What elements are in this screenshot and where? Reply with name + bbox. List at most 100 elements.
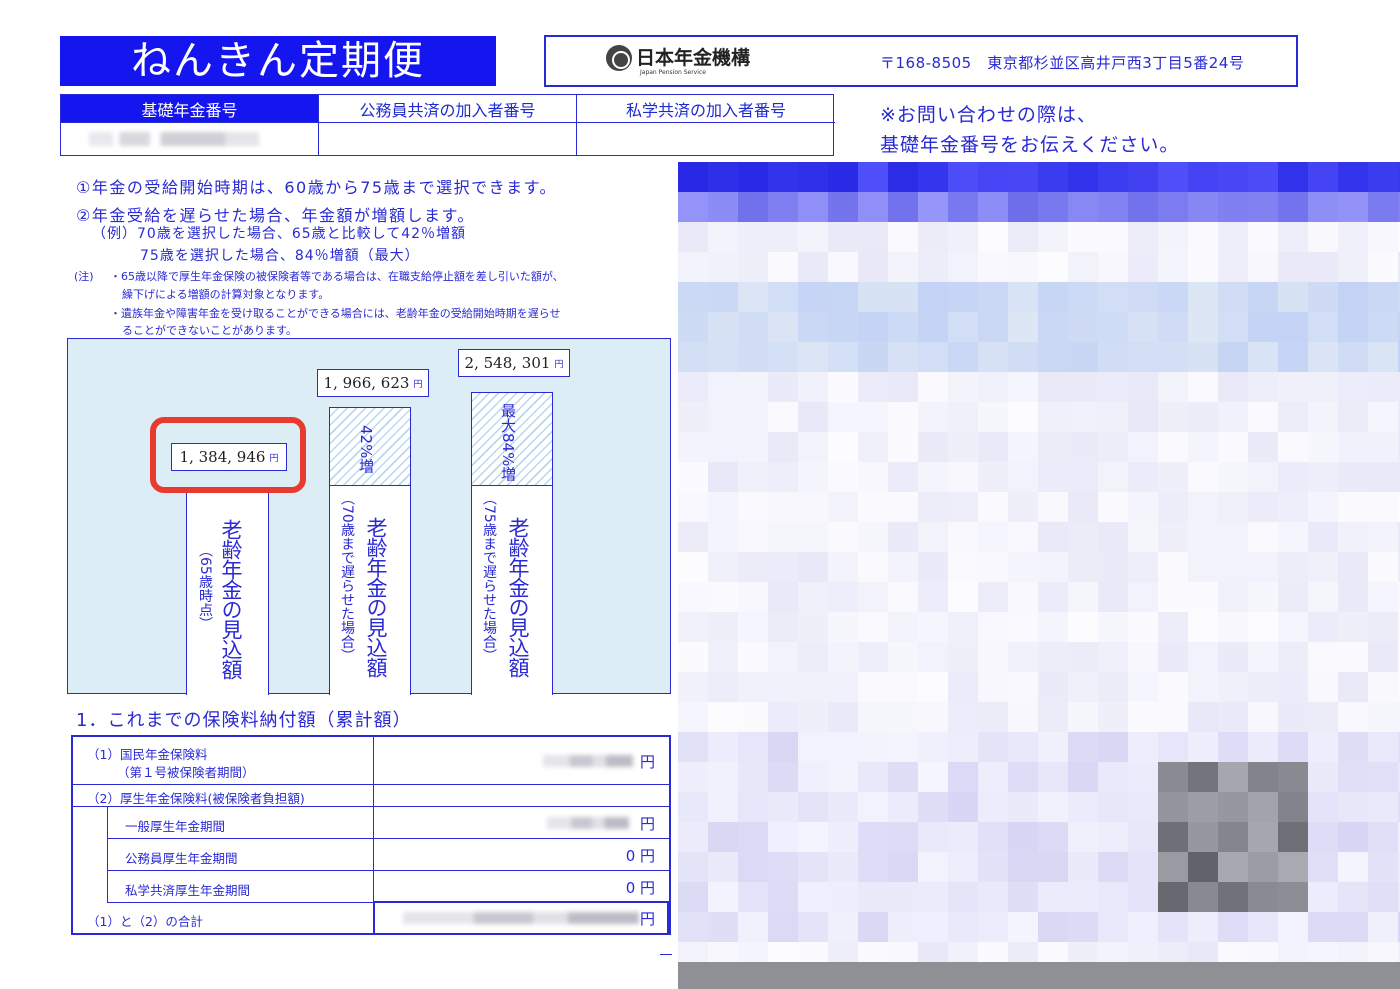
mosaic-cell	[1368, 222, 1398, 252]
mosaic-cell	[1308, 882, 1338, 912]
mosaic-cell	[1008, 912, 1038, 942]
mosaic-cell	[828, 672, 858, 702]
mosaic-cell	[978, 552, 1008, 582]
mosaic-cell	[1128, 522, 1158, 552]
mosaic-cell	[1278, 642, 1308, 672]
mosaic-cell	[978, 912, 1008, 942]
mosaic-cell	[1278, 282, 1308, 312]
note-example-2: 75歳を選択した場合、84％増額（最大）	[140, 248, 420, 264]
mosaic-cell	[1278, 162, 1308, 192]
mosaic-cell	[1128, 702, 1158, 732]
mosaic-cell	[948, 912, 978, 942]
mosaic-cell	[978, 342, 1008, 372]
mosaic-cell	[858, 792, 888, 822]
mosaic-cell	[798, 282, 828, 312]
mosaic-cell	[738, 192, 768, 222]
mosaic-cell	[1308, 762, 1338, 792]
mosaic-cell	[1068, 882, 1098, 912]
mosaic-cell	[828, 462, 858, 492]
mosaic-cell	[1098, 852, 1128, 882]
mosaic-cell	[1098, 882, 1128, 912]
mosaic-cell	[1038, 492, 1068, 522]
mosaic-cell	[1338, 312, 1368, 342]
mosaic-cell	[1278, 432, 1308, 462]
note-caution-2a: ・遺族年金や障害年金を受け取ることができる場合には、老齢年金の受給開始時期を遅ら…	[110, 307, 561, 320]
mosaic-cell	[708, 252, 738, 282]
mosaic-cell	[708, 552, 738, 582]
mosaic-cell	[918, 402, 948, 432]
mosaic-cell	[1188, 882, 1218, 912]
mosaic-cell	[1218, 762, 1248, 792]
premium-payment-table: （1）国民年金保険料 （第１号被保険者期間） 円 （2）厚生年金保険料(被保険者…	[71, 735, 671, 935]
mosaic-cell	[1368, 492, 1398, 522]
mosaic-cell	[858, 372, 888, 402]
mosaic-cell	[1338, 642, 1368, 672]
mosaic-cell	[1368, 522, 1398, 552]
mosaic-cell	[948, 552, 978, 582]
mosaic-cell	[828, 432, 858, 462]
mosaic-cell	[948, 342, 978, 372]
mosaic-cell	[978, 582, 1008, 612]
mosaic-cell	[828, 642, 858, 672]
mosaic-cell	[1368, 762, 1398, 792]
mosaic-cell	[1008, 312, 1038, 342]
mosaic-cell	[1308, 492, 1338, 522]
mosaic-cell	[1368, 702, 1398, 732]
mosaic-cell	[1278, 252, 1308, 282]
mosaic-cell	[1188, 672, 1218, 702]
mosaic-cell	[1308, 642, 1338, 672]
mosaic-cell	[1098, 162, 1128, 192]
note-caution-1a: ・65歳以降で厚生年金保険の被保険者等である場合は、在職支給停止額を差し引いた額…	[110, 270, 564, 283]
mosaic-cell	[1038, 192, 1068, 222]
mosaic-cell	[1068, 162, 1098, 192]
mosaic-cell	[678, 492, 708, 522]
mosaic-cell	[738, 432, 768, 462]
mosaic-cell	[1128, 732, 1158, 762]
mosaic-cell	[828, 402, 858, 432]
mosaic-cell	[858, 852, 888, 882]
mosaic-cell	[1248, 732, 1278, 762]
mosaic-cell	[918, 312, 948, 342]
mosaic-cell	[1308, 702, 1338, 732]
mosaic-cell	[888, 552, 918, 582]
note-example-1: （例）70歳を選択した場合、65歳と比較して42％増額	[92, 226, 467, 242]
mosaic-cell	[948, 702, 978, 732]
mosaic-cell	[768, 222, 798, 252]
mosaic-cell	[1338, 432, 1368, 462]
mosaic-cell	[798, 162, 828, 192]
mosaic-cell	[1308, 462, 1338, 492]
mosaic-cell	[888, 852, 918, 882]
mosaic-cell	[1308, 342, 1338, 372]
mosaic-cell	[1308, 432, 1338, 462]
mosaic-cell	[678, 222, 708, 252]
mosaic-cell	[1008, 552, 1038, 582]
mosaic-cell	[738, 792, 768, 822]
mosaic-cell	[738, 522, 768, 552]
mosaic-cell	[1188, 372, 1218, 402]
mosaic-cell	[1008, 492, 1038, 522]
mosaic-cell	[1128, 492, 1158, 522]
mosaic-cell	[1278, 372, 1308, 402]
mosaic-cell	[978, 822, 1008, 852]
mosaic-cell	[828, 792, 858, 822]
mosaic-cell	[1008, 672, 1038, 702]
mosaic-cell	[798, 912, 828, 942]
mosaic-cell	[768, 792, 798, 822]
mosaic-cell	[948, 882, 978, 912]
mosaic-cell	[1008, 702, 1038, 732]
mosaic-cell	[708, 612, 738, 642]
mosaic-cell	[798, 252, 828, 282]
mosaic-cell	[1218, 462, 1248, 492]
mosaic-cell	[1248, 792, 1278, 822]
mosaic-cell	[768, 912, 798, 942]
mosaic-cell	[1098, 792, 1128, 822]
mosaic-cell	[738, 642, 768, 672]
mosaic-cell	[678, 432, 708, 462]
row-label: 公務員厚生年金期間	[125, 851, 238, 866]
mosaic-cell	[1308, 162, 1338, 192]
bar-age-75-label: 老齢年金の見込額	[506, 517, 531, 677]
mosaic-cell	[1278, 522, 1308, 552]
table-row: （1）国民年金保険料 （第１号被保険者期間） 円	[73, 737, 669, 785]
mosaic-cell	[798, 732, 828, 762]
mosaic-cell	[1278, 222, 1308, 252]
